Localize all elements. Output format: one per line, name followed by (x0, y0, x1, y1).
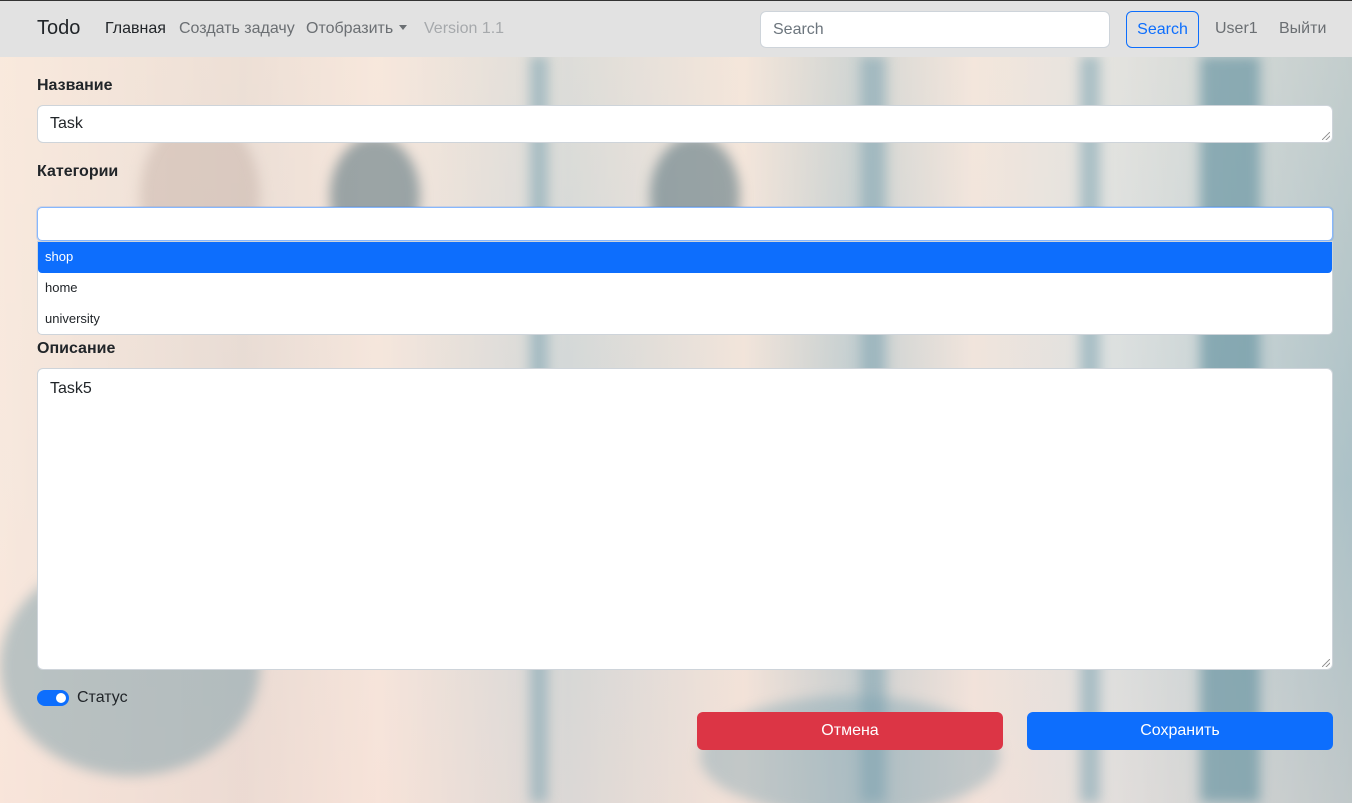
description-label: Описание (37, 340, 116, 357)
name-label: Название (37, 77, 113, 94)
categories-label: Категории (37, 163, 119, 180)
description-field-value: Task5 (50, 380, 92, 397)
search-button[interactable]: Search (1126, 11, 1199, 48)
categories-input[interactable] (37, 207, 1333, 241)
category-option-shop[interactable]: shop (38, 242, 1332, 273)
category-option-home[interactable]: home (38, 273, 1332, 304)
nav-logout[interactable]: Выйти (1279, 20, 1326, 38)
toggle-knob (56, 693, 66, 703)
category-option-university[interactable]: university (38, 304, 1332, 334)
nav-link-create-task[interactable]: Создать задачу (179, 20, 295, 38)
name-field[interactable]: Task (37, 105, 1333, 143)
save-button[interactable]: Сохранить (1027, 712, 1333, 750)
categories-dropdown: shop home university (37, 241, 1333, 335)
status-label: Статус (77, 689, 128, 706)
brand-logo[interactable]: Todo (37, 17, 80, 40)
nav-dropdown-display[interactable]: Отобразить (306, 20, 408, 38)
search-input[interactable] (760, 11, 1110, 48)
resize-handle-icon[interactable] (1322, 132, 1330, 140)
nav-version: Version 1.1 (424, 20, 505, 37)
navbar: Todo Главная Создать задачу Отобразить V… (0, 0, 1352, 57)
nav-user[interactable]: User1 (1215, 20, 1258, 38)
name-field-value: Task (50, 115, 83, 132)
cancel-button[interactable]: Отмена (697, 712, 1003, 750)
caret-down-icon (399, 25, 408, 31)
status-toggle[interactable] (37, 690, 69, 706)
description-field[interactable]: Task5 (37, 368, 1333, 670)
nav-link-home[interactable]: Главная (105, 20, 166, 38)
nav-dropdown-display-label: Отобразить (306, 20, 394, 37)
resize-handle-icon[interactable] (1322, 659, 1330, 667)
